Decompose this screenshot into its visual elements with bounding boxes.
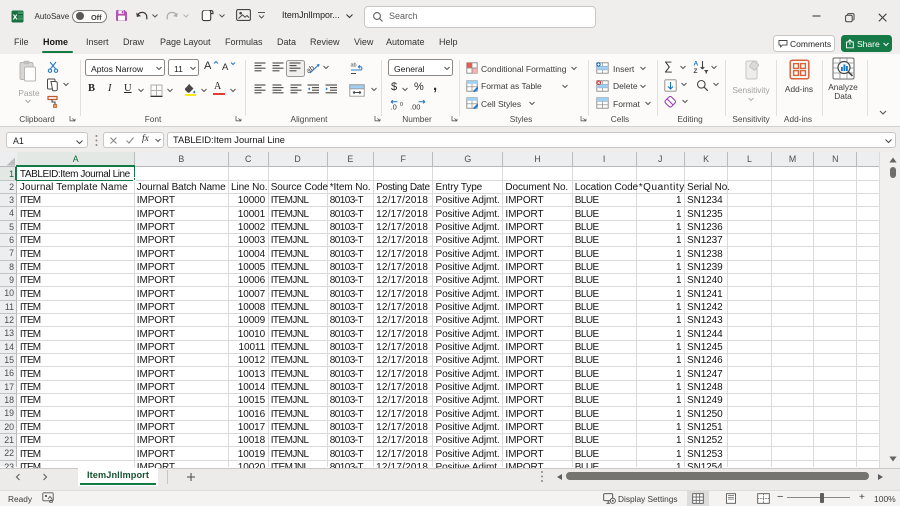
svg-text:.0: .0: [391, 103, 397, 112]
svg-text:ab: ab: [351, 63, 357, 69]
svg-text:x: x: [13, 11, 18, 21]
svg-text:A: A: [694, 61, 699, 68]
svg-text:0: 0: [400, 102, 403, 108]
svg-text:Z: Z: [694, 68, 698, 74]
svg-text:.00: .00: [410, 103, 420, 112]
